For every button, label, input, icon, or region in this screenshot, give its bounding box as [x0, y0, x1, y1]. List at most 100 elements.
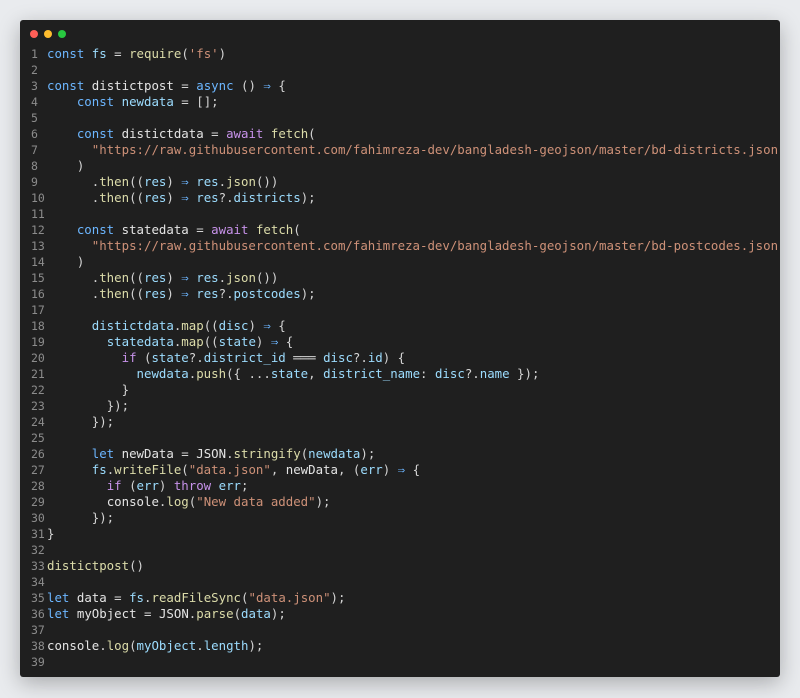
- code-token: newData: [285, 462, 338, 477]
- code-token: JSON: [196, 446, 227, 461]
- maximize-window-button[interactable]: [58, 30, 66, 38]
- code-line: 4 const newdata = [];: [20, 94, 780, 110]
- line-number: 20: [31, 351, 45, 365]
- code-token: then: [99, 270, 130, 285]
- code-line: 13 "https://raw.githubusercontent.com/fa…: [20, 238, 780, 254]
- code-token: console: [47, 638, 100, 653]
- code-token: ): [166, 174, 182, 189]
- line-source: const fs = require('fs'): [47, 46, 226, 62]
- code-token: err: [218, 478, 242, 493]
- line-number: 15: [31, 271, 45, 285]
- code-line: 37: [20, 622, 780, 638]
- code-token: res: [143, 270, 167, 285]
- code-token: if: [121, 350, 137, 365]
- code-token: [];: [196, 94, 219, 109]
- code-line: 23 });: [20, 398, 780, 414]
- code-token: district_id: [203, 350, 286, 365]
- line-number: 9: [31, 175, 38, 189]
- code-editor: 1 const fs = require('fs') 2 3 const distict…: [20, 46, 780, 670]
- code-line: 21 newdata.push({ ...state, district_nam…: [20, 366, 780, 382]
- code-token: await: [211, 222, 249, 237]
- line-source: }: [47, 526, 54, 542]
- code-token: {: [278, 334, 294, 349]
- code-token: const: [76, 126, 115, 141]
- line-source: console.log(myObject.length);: [47, 638, 263, 654]
- code-token: (: [136, 350, 152, 365]
- code-token: disc: [323, 350, 353, 365]
- line-source: statedata.map((state) ⇒ {: [47, 334, 294, 350]
- code-token: );: [315, 494, 331, 509]
- code-token: const: [76, 94, 115, 109]
- code-line: 14 ): [20, 254, 780, 270]
- minimize-window-button[interactable]: [44, 30, 52, 38]
- code-token: myObject: [136, 638, 197, 653]
- code-token: state: [270, 366, 309, 381]
- line-number: 4: [31, 95, 38, 109]
- code-token: name: [479, 366, 510, 381]
- code-token: .: [47, 174, 100, 189]
- close-window-button[interactable]: [30, 30, 38, 38]
- code-line: 17: [20, 302, 780, 318]
- code-token: newData: [121, 446, 174, 461]
- code-token: console: [106, 494, 159, 509]
- line-source: distictpost(): [47, 558, 144, 574]
- code-token: {: [270, 78, 286, 93]
- code-token: =: [173, 446, 197, 461]
- line-number: 37: [31, 623, 45, 637]
- line-source: .then((res) ⇒ res?.postcodes);: [47, 286, 316, 302]
- line-number: 21: [31, 367, 45, 381]
- code-token: newdata: [121, 94, 174, 109]
- code-token: ?.: [218, 286, 234, 301]
- code-line: 7 "https://raw.githubusercontent.com/fah…: [20, 142, 780, 158]
- line-number: 8: [31, 159, 38, 173]
- code-token: state: [218, 334, 256, 349]
- code-line: 12 const statedata = await fetch(: [20, 222, 780, 238]
- code-token: (: [233, 606, 242, 621]
- line-number: 25: [31, 431, 45, 445]
- code-token: }: [47, 382, 130, 397]
- line-source: newdata.push({ ...state, district_name: …: [47, 366, 540, 382]
- code-token: 'fs': [188, 46, 219, 61]
- code-token: then: [99, 286, 130, 301]
- code-token: const: [47, 46, 85, 61]
- line-number: 33: [31, 559, 45, 573]
- code-token: =: [173, 78, 197, 93]
- line-source: .then((res) ⇒ res.json()): [47, 174, 279, 190]
- line-source: let myObject = JSON.parse(data);: [47, 606, 286, 622]
- code-token: "https://raw.githubusercontent.com/fahim…: [91, 238, 780, 253]
- code-token: stringify: [233, 446, 301, 461]
- code-token: id: [367, 350, 383, 365]
- line-number: 35: [31, 591, 45, 605]
- code-token: fs: [129, 590, 145, 605]
- code-token: length: [203, 638, 249, 653]
- line-number: 12: [31, 223, 45, 237]
- line-number: 17: [31, 303, 45, 317]
- code-token: ((: [129, 286, 144, 301]
- code-token: res: [143, 174, 167, 189]
- code-token: });: [47, 398, 130, 413]
- line-number: 14: [31, 255, 45, 269]
- code-token: =: [203, 126, 227, 141]
- code-line: 36 let myObject = JSON.parse(data);: [20, 606, 780, 622]
- code-line: 16 .then((res) ⇒ res?.postcodes);: [20, 286, 780, 302]
- code-token: {: [270, 318, 286, 333]
- line-number: 36: [31, 607, 45, 621]
- code-token: ): [166, 270, 182, 285]
- code-token: async: [196, 78, 234, 93]
- code-line: 34: [20, 574, 780, 590]
- code-token: });: [47, 414, 115, 429]
- code-line: 24 });: [20, 414, 780, 430]
- code-line: 5: [20, 110, 780, 126]
